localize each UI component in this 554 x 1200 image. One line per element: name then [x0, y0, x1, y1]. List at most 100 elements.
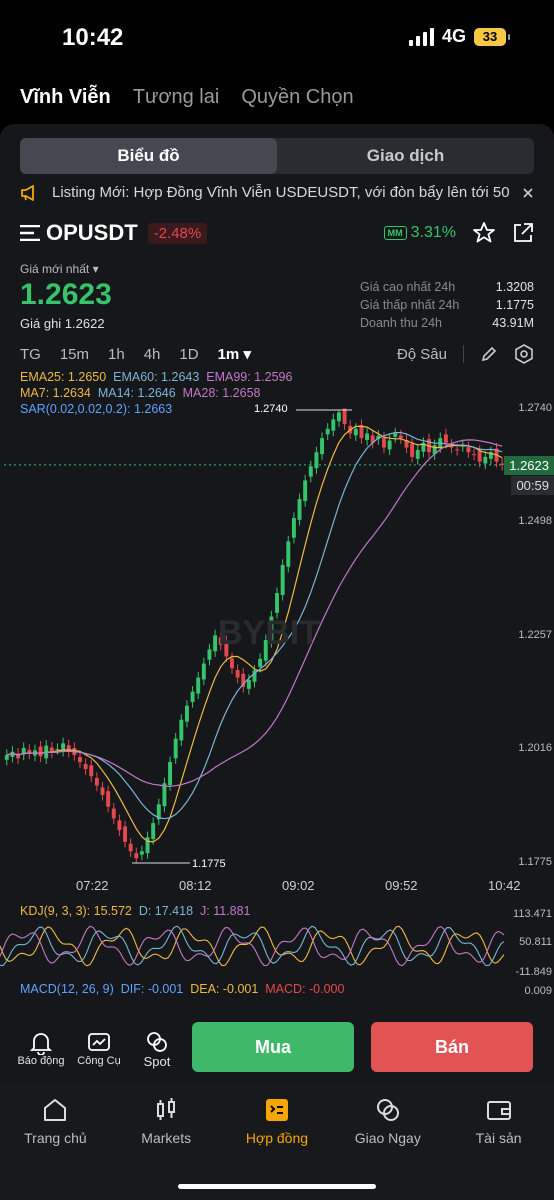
tab-perpetual[interactable]: Vĩnh Viễn: [20, 86, 111, 109]
exchange-icon: [376, 1099, 399, 1121]
candle-body: [398, 435, 403, 439]
pencil-icon[interactable]: [480, 345, 498, 363]
spot-tool[interactable]: Spot: [128, 1030, 186, 1069]
nav-contracts[interactable]: Hợp đồng: [222, 1084, 333, 1200]
y-tick-4: 1.2016: [518, 742, 552, 754]
candle-body: [336, 412, 341, 422]
tab-futures[interactable]: Tương lai: [133, 86, 220, 109]
kdj-j: J: 11.881: [200, 904, 251, 918]
tf-1h[interactable]: 1h: [108, 346, 125, 363]
close-icon[interactable]: [522, 187, 534, 199]
candle-body: [303, 480, 308, 502]
spot-icon: [147, 1031, 167, 1052]
candle-body: [286, 541, 291, 567]
mm-ratio[interactable]: MM 3.31%: [383, 224, 456, 242]
nav-home-label: Trang chủ: [24, 1130, 87, 1146]
candle-body: [196, 677, 201, 694]
candle-body: [331, 419, 336, 431]
kdj-d: D: 17.418: [138, 904, 194, 918]
announcement-bar[interactable]: Listing Mới: Hợp Đồng Vĩnh Viễn USDEUSDT…: [20, 184, 534, 201]
tab-options[interactable]: Quyền Chọn: [241, 86, 353, 109]
product-tabs: Vĩnh Viễn Tương lai Quyền Chọn: [20, 86, 354, 109]
candle-body: [387, 440, 392, 450]
y-tick-5: 1.1775: [518, 856, 552, 868]
nav-assets-label: Tài sản: [475, 1130, 522, 1146]
tf-4h[interactable]: 4h: [144, 346, 161, 363]
candle-body: [190, 691, 195, 702]
candle-body: [280, 564, 285, 595]
candle-body: [325, 428, 330, 435]
time-axis: 07:22 08:12 09:02 09:52 10:42: [0, 878, 554, 894]
nav-markets[interactable]: Markets: [111, 1084, 222, 1200]
star-icon[interactable]: [472, 221, 496, 245]
candle-body: [246, 679, 251, 689]
tf-15m[interactable]: 15m: [60, 346, 89, 363]
candle-body: [483, 456, 488, 464]
tools-label: Công Cụ: [77, 1055, 121, 1067]
stat-low-value: 1.1775: [495, 298, 534, 312]
candle-body: [314, 452, 319, 469]
x-tick-5: 10:42: [488, 878, 521, 893]
candle-body: [128, 843, 133, 852]
watermark: BYBIT: [218, 614, 320, 652]
menu-icon[interactable]: [20, 225, 40, 241]
kdj-tick-2: 50.811: [519, 936, 552, 948]
nav-spot-label: Giao Ngay: [354, 1130, 421, 1146]
stat-turnover-value: 43.91M: [492, 316, 534, 330]
candle-body: [207, 649, 212, 660]
last-price-label[interactable]: Giá mới nhất ▾: [20, 262, 99, 276]
tf-1m[interactable]: 1m ▾: [218, 345, 251, 363]
candle-body: [443, 434, 448, 443]
share-icon[interactable]: [512, 222, 534, 244]
candle-body: [78, 756, 82, 763]
buy-button[interactable]: Mua: [192, 1022, 354, 1072]
candle-body: [365, 433, 370, 441]
home-icon: [44, 1099, 67, 1121]
tools-icon: [88, 1033, 110, 1051]
macd-value: MACD: -0.000: [265, 982, 345, 996]
kdj-legend: KDJ(9, 3, 3): 15.572 D: 17.418 J: 11.881: [20, 904, 251, 918]
home-indicator: [178, 1184, 376, 1189]
candle-body: [38, 746, 43, 757]
macd-legend: MACD(12, 26, 9) DIF: -0.001 DEA: -0.001 …: [20, 982, 344, 996]
candle-body: [89, 765, 94, 777]
price-chart[interactable]: 1.2740 1.2498 1.2257 1.2016 1.1775 1.262…: [0, 398, 554, 878]
battery-icon: 33: [474, 27, 510, 46]
status-right: 4G 33: [408, 26, 510, 47]
nav-assets[interactable]: Tài sản: [443, 1084, 554, 1200]
x-tick-1: 07:22: [76, 878, 109, 893]
current-price-tag: 1.2623: [504, 456, 554, 475]
tf-time[interactable]: TG: [20, 346, 41, 363]
contract-icon: [265, 1099, 288, 1121]
candle-body: [258, 658, 263, 667]
bottom-nav: Trang chủ Markets Hợp đồng Giao Ngay Tài…: [0, 1084, 554, 1200]
symbol-name[interactable]: OPUSDT: [46, 220, 138, 246]
candle-body: [235, 670, 240, 678]
candle-body: [342, 408, 347, 425]
candle-body: [291, 517, 296, 538]
candle-body: [100, 787, 105, 795]
candle-body: [382, 437, 386, 448]
x-tick-4: 09:52: [385, 878, 418, 893]
sell-button[interactable]: Bán: [371, 1022, 533, 1072]
tools-tool[interactable]: Công Cụ: [70, 1031, 128, 1067]
nav-home[interactable]: Trang chủ: [0, 1084, 111, 1200]
candle-countdown: 00:59: [511, 476, 554, 495]
segment-trade[interactable]: Giao dịch: [277, 138, 534, 174]
bell-icon: [30, 1033, 52, 1055]
kdj-panel[interactable]: KDJ(9, 3, 3): 15.572 D: 17.418 J: 11.881…: [0, 896, 554, 978]
segment-chart[interactable]: Biểu đồ: [20, 138, 277, 174]
y-tick-2: 1.2498: [518, 515, 552, 527]
tf-1d[interactable]: 1D: [179, 346, 198, 363]
kdj-tick-1: 113.471: [513, 908, 552, 920]
alert-tool[interactable]: Báo động: [12, 1031, 70, 1067]
kdj-k: KDJ(9, 3, 3): 15.572: [20, 904, 132, 918]
candle-body: [179, 719, 184, 741]
settings-icon[interactable]: [514, 344, 534, 364]
depth-button[interactable]: Độ Sâu: [397, 346, 447, 363]
candle-body: [55, 748, 60, 750]
candle-body: [83, 763, 88, 770]
y-tick-1: 1.2740: [518, 402, 552, 414]
candle-body: [472, 454, 477, 456]
nav-spot[interactable]: Giao Ngay: [332, 1084, 443, 1200]
